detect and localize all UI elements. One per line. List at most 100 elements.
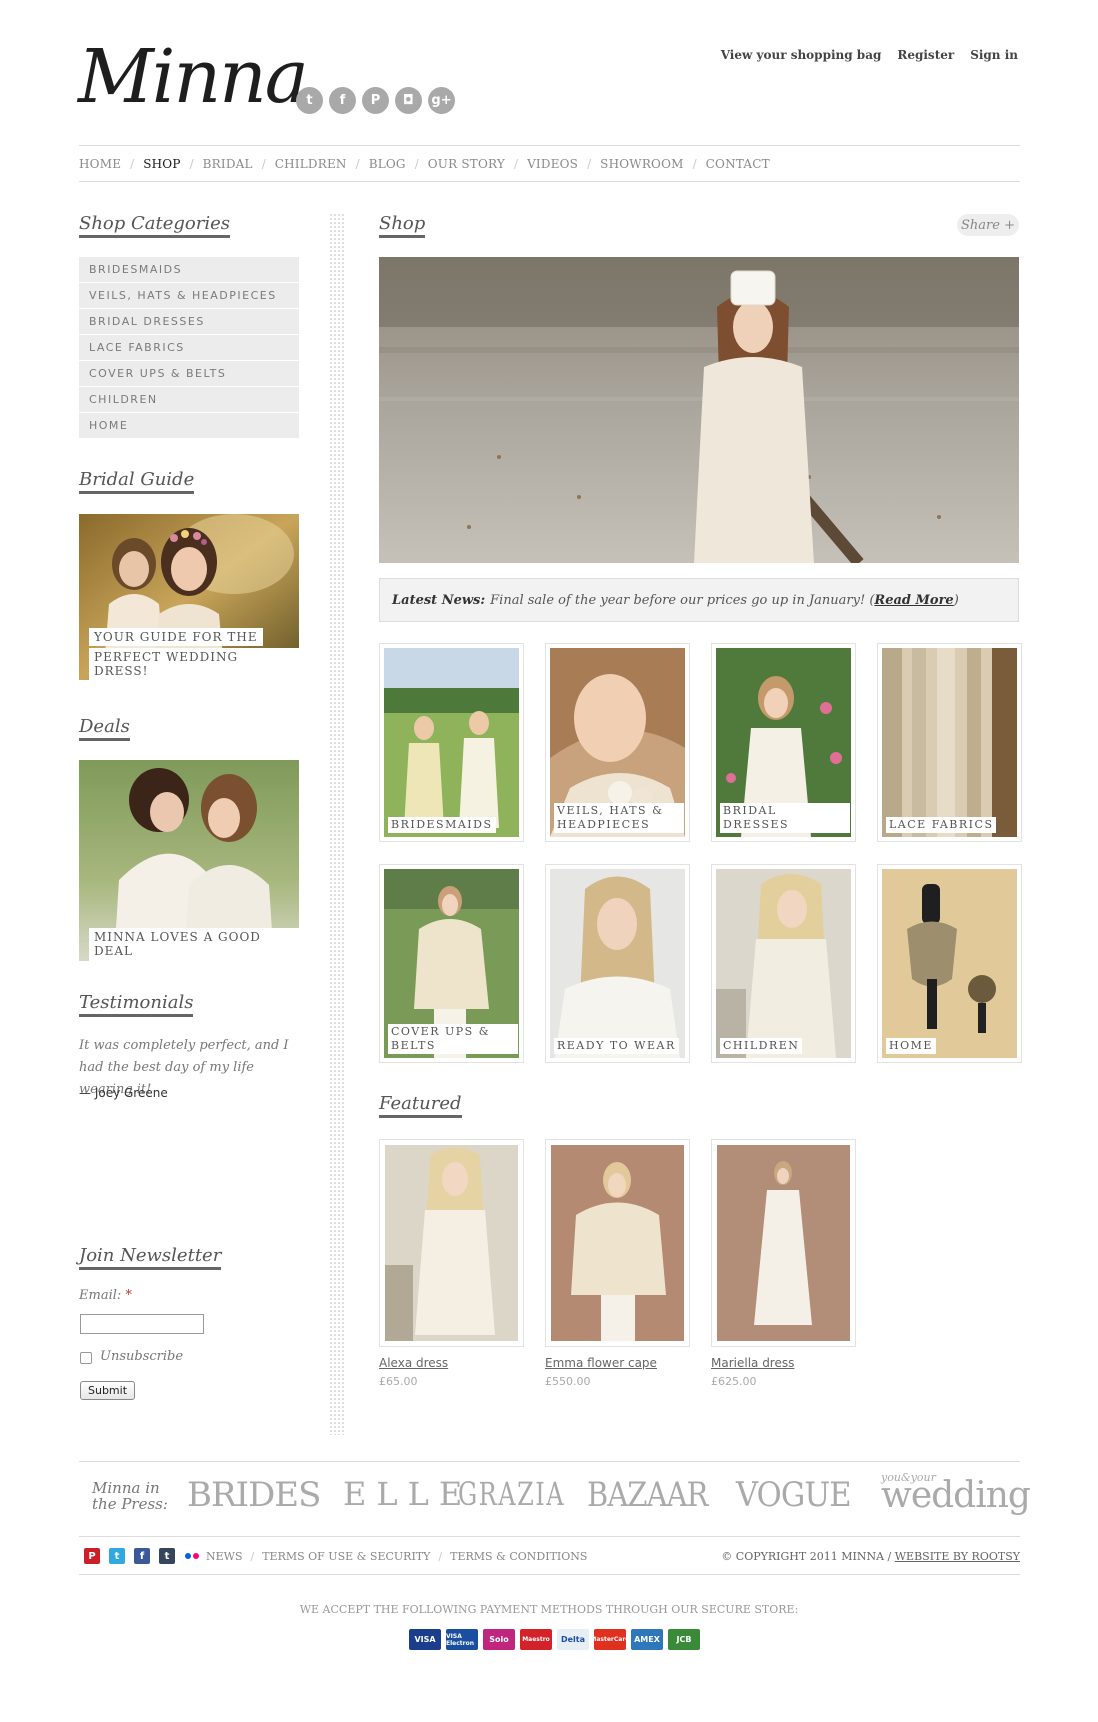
website-credit-link[interactable]: WEBSITE BY ROOTSY [895,1550,1020,1563]
instagram-icon[interactable]: ◘ [395,87,422,114]
main-nav: HOME / SHOP / BRIDAL / CHILDREN / BLOG / OUR … [79,145,1020,182]
nav-children[interactable]: CHILDREN [275,157,347,171]
nav-separator: / [587,156,592,171]
visa-card-icon: VISA [409,1629,441,1650]
press-intro: Minna in the Press: [92,1479,168,1513]
tile-bridal-dresses[interactable]: Bridal dresses [711,643,856,842]
tile-label: Cover ups & belts [388,1024,518,1054]
nav-home[interactable]: HOME [79,157,121,171]
category-children[interactable]: Children [79,387,299,412]
press-vogue-logo[interactable]: VOGUE [736,1478,852,1512]
twitter-icon[interactable]: t [296,87,323,114]
nav-contact[interactable]: CONTACT [706,157,770,171]
email-label-text: Email: [79,1288,122,1303]
nav-bridal[interactable]: BRIDAL [203,157,253,171]
tile-label: Ready to wear [554,1038,679,1054]
tile-children[interactable]: Children [711,864,856,1063]
footer-link-terms-of-use[interactable]: TERMS OF USE & SECURITY [262,1550,430,1563]
hero-photo [379,257,1019,563]
tile-ready-to-wear[interactable]: Ready to wear [545,864,690,1063]
tile-home[interactable]: Home [877,864,1022,1063]
featured-item-emma-flower-cape[interactable] [545,1139,690,1347]
featured-name-mariella[interactable]: Mariella dress [711,1356,794,1370]
tile-label: Children [720,1038,803,1054]
category-veils-hats-headpieces[interactable]: Veils, hats & headpieces [79,283,299,308]
testimonial-author: — Joey Greene [79,1086,168,1100]
unsubscribe-label: Unsubscribe [100,1349,184,1364]
copyright: © COPYRIGHT 2011 MINNA / WEBSITE BY ROOT… [721,1550,1020,1563]
category-lace-fabrics[interactable]: Lace fabrics [79,335,299,360]
category-home[interactable]: Home [79,413,299,438]
amex-card-icon: AMEX [631,1629,663,1650]
deals-caption: MINNA LOVES A GOOD DEAL [89,928,299,961]
sign-in-link[interactable]: Sign in [970,48,1018,62]
read-more-link[interactable]: Read More [874,593,953,608]
pinterest-icon[interactable]: P [362,87,389,114]
bridal-guide-heading: Bridal Guide [79,469,195,494]
flickr-icon[interactable] [184,1548,200,1564]
nav-showroom[interactable]: SHOWROOM [600,157,683,171]
press-bar: Minna in the Press: BRIDES ELLE GRAZIA B… [79,1461,1031,1537]
newsletter-heading: Join Newsletter [79,1245,222,1270]
jcb-card-icon: JCB [668,1629,700,1650]
nav-separator: / [189,156,194,171]
nav-separator: / [130,156,135,171]
deals-banner[interactable]: MINNA LOVES A GOOD DEAL [79,760,299,961]
press-grazia-logo[interactable]: GRAZIA [458,1478,565,1510]
payment-cards: VISA VISA Electron Solo Maestro Delta Ma… [409,1629,700,1650]
shopping-bag-link[interactable]: View your shopping bag [721,48,882,62]
category-bridal-dresses[interactable]: Bridal dresses [79,309,299,334]
submit-button[interactable]: Submit [80,1381,135,1400]
facebook-icon[interactable]: f [134,1548,150,1564]
twitter-icon[interactable]: t [109,1548,125,1564]
tile-cover-ups-belts[interactable]: Cover ups & belts [379,864,524,1063]
register-link[interactable]: Register [897,48,954,62]
category-cover-ups-belts[interactable]: Cover ups & belts [79,361,299,386]
solo-card-icon: Solo [483,1629,515,1650]
nav-our-story[interactable]: OUR STORY [428,157,505,171]
emma-cape-photo [551,1145,684,1341]
column-divider [329,213,346,1435]
pinterest-icon[interactable]: P [84,1548,100,1564]
unsubscribe-checkbox[interactable] [80,1352,92,1364]
featured-heading: Featured [379,1093,462,1118]
nav-separator: / [692,156,697,171]
tile-veils-hats-headpieces[interactable]: Veils, hats & headpieces [545,643,690,842]
tile-label: Bridesmaids [388,817,496,833]
minna-logo[interactable]: Minna [78,40,309,114]
tile-lace-fabrics[interactable]: Lace fabrics [877,643,1022,842]
account-links: View your shopping bag Register Sign in [721,48,1018,62]
featured-name-alexa[interactable]: Alexa dress [379,1356,448,1370]
tile-bridesmaids[interactable]: Bridesmaids [379,643,524,842]
footer-separator: / [250,1550,255,1563]
email-field[interactable] [80,1314,204,1334]
hero-banner[interactable] [379,257,1019,563]
footer-link-news[interactable]: NEWS [206,1550,243,1563]
googleplus-icon[interactable]: g+ [428,87,455,114]
email-label: Email: * [79,1288,132,1303]
press-elle-logo[interactable]: ELLE [343,1478,472,1510]
share-button[interactable]: Share + [957,214,1019,236]
featured-price-emma: £550.00 [545,1375,591,1388]
category-bridesmaids[interactable]: Bridesmaids [79,257,299,282]
nav-shop[interactable]: SHOP [143,157,180,171]
featured-item-mariella-dress[interactable] [711,1139,856,1347]
children-photo [716,869,851,1058]
bridal-guide-banner[interactable]: YOUR GUIDE FOR THE PERFECT WEDDING DRESS… [79,514,299,680]
nav-videos[interactable]: VIDEOS [527,157,578,171]
facebook-icon[interactable]: f [329,87,356,114]
featured-item-alexa-dress[interactable] [379,1139,524,1347]
required-marker: * [125,1288,132,1303]
press-brides-logo[interactable]: BRIDES [187,1478,321,1512]
tile-label: Veils, hats & headpieces [554,803,684,833]
social-icons: t f P ◘ g+ [296,87,455,114]
tumblr-icon[interactable]: t [159,1548,175,1564]
lace-fabrics-photo [882,648,1017,837]
nav-blog[interactable]: BLOG [369,157,406,171]
featured-name-emma[interactable]: Emma flower cape [545,1356,657,1370]
press-wedding-logo[interactable]: wedding [881,1478,1031,1514]
footer-links: NEWS / TERMS OF USE & SECURITY / TERMS & C… [206,1550,587,1563]
footer-link-terms-conditions[interactable]: TERMS & CONDITIONS [450,1550,587,1563]
nav-separator: / [261,156,266,171]
press-bazaar-logo[interactable]: BAZAAR [587,1478,708,1512]
